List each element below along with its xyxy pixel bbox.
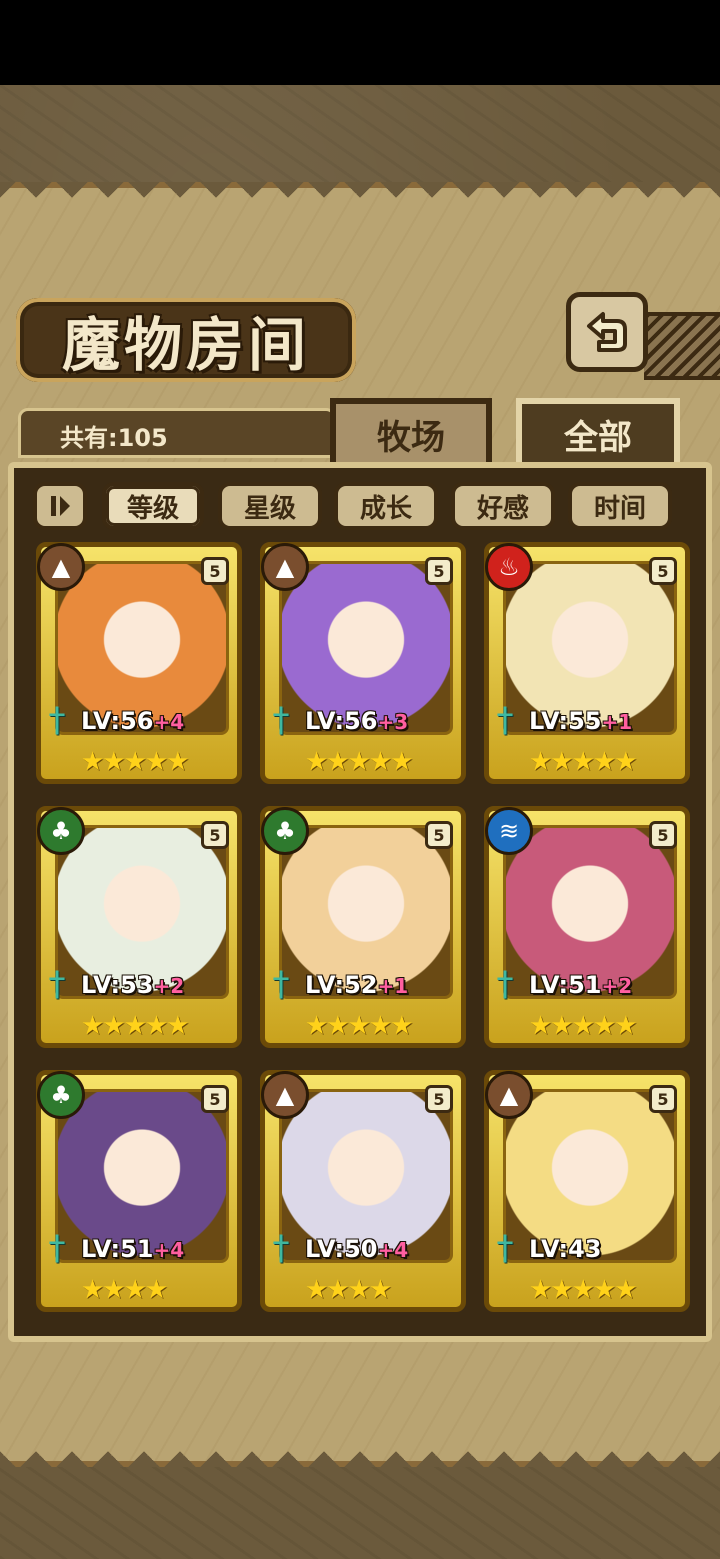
grade-badge: 5 (425, 821, 453, 849)
sort-time-button[interactable]: 时间 (568, 482, 672, 530)
monster-card[interactable]: ▲ 5 † LV:56+4 ★★★★★ (36, 542, 242, 784)
monster-level: LV:43 (529, 1235, 601, 1263)
panel-edge-top (0, 182, 720, 208)
back-rail (644, 312, 720, 380)
sword-icon: † (496, 964, 514, 1004)
sword-icon: † (48, 964, 66, 1004)
title-plate: 魔物房间 (16, 298, 356, 382)
grass-icon: ♣ (261, 807, 309, 855)
level-bonus: +3 (377, 710, 409, 734)
sword-icon: † (48, 1228, 66, 1268)
earth-icon: ▲ (261, 1071, 309, 1119)
grade-badge: 5 (649, 821, 677, 849)
star-rating: ★★★★ (81, 1275, 168, 1305)
sort-growth-button[interactable]: 成长 (334, 482, 438, 530)
level-text: LV:51 (81, 1235, 154, 1263)
monster-level: LV:50+4 (305, 1235, 408, 1263)
level-bonus: +4 (153, 710, 185, 734)
level-bonus: +1 (377, 974, 409, 998)
water-icon: ≋ (485, 807, 533, 855)
grade-badge: 5 (201, 821, 229, 849)
grade-badge: 5 (201, 557, 229, 585)
level-text: LV:56 (81, 707, 154, 735)
level-bonus: +4 (153, 1238, 185, 1262)
sword-icon: † (272, 964, 290, 1004)
monster-level: LV:55+1 (529, 707, 632, 735)
sort-level-button[interactable]: 等级 (102, 482, 204, 530)
level-text: LV:43 (529, 1235, 602, 1263)
grade-badge: 5 (649, 1085, 677, 1113)
sword-icon: † (48, 700, 66, 740)
monster-level: LV:56+3 (305, 707, 408, 735)
monster-level: LV:51+4 (81, 1235, 184, 1263)
grade-badge: 5 (201, 1085, 229, 1113)
monster-card[interactable]: ▲ 5 † LV:43 ★★★★★ (484, 1070, 690, 1312)
monster-level: LV:51+2 (529, 971, 632, 999)
monster-card[interactable]: ♨ 5 † LV:55+1 ★★★★★ (484, 542, 690, 784)
monster-card[interactable]: ▲ 5 † LV:56+3 ★★★★★ (260, 542, 466, 784)
level-bonus: +2 (601, 974, 633, 998)
star-rating: ★★★★★ (81, 747, 190, 777)
back-arrow-icon (587, 312, 627, 352)
level-text: LV:55 (529, 707, 602, 735)
grade-badge: 5 (425, 1085, 453, 1113)
star-rating: ★★★★★ (305, 1011, 414, 1041)
sword-icon: † (496, 1228, 514, 1268)
level-text: LV:56 (305, 707, 378, 735)
tab-all[interactable]: 全部 (516, 398, 680, 464)
grade-badge: 5 (649, 557, 677, 585)
earth-icon: ▲ (485, 1071, 533, 1119)
monster-card[interactable]: ♣ 5 † LV:53+2 ★★★★★ (36, 806, 242, 1048)
status-bar (0, 0, 720, 85)
tab-farm[interactable]: 牧场 (330, 398, 492, 464)
star-rating: ★★★★★ (305, 747, 414, 777)
star-rating: ★★★★★ (81, 1011, 190, 1041)
sword-icon: † (272, 700, 290, 740)
star-rating: ★★★★★ (529, 747, 638, 777)
monster-level: LV:52+1 (305, 971, 408, 999)
monster-card[interactable]: ♣ 5 † LV:51+4 ★★★★ (36, 1070, 242, 1312)
monster-count: 共有:105 (60, 424, 168, 452)
sort-affection-button[interactable]: 好感 (451, 482, 555, 530)
earth-icon: ▲ (261, 543, 309, 591)
monster-card[interactable]: ♣ 5 † LV:52+1 ★★★★★ (260, 806, 466, 1048)
monster-level: LV:53+2 (81, 971, 184, 999)
sword-icon: † (272, 1228, 290, 1268)
sort-star-button[interactable]: 星级 (218, 482, 322, 530)
page-title: 魔物房间 (61, 311, 310, 379)
level-text: LV:52 (305, 971, 378, 999)
grass-icon: ♣ (37, 807, 85, 855)
monster-level: LV:56+4 (81, 707, 184, 735)
level-text: LV:51 (529, 971, 602, 999)
star-rating: ★★★★★ (529, 1011, 638, 1041)
monster-card[interactable]: ≋ 5 † LV:51+2 ★★★★★ (484, 806, 690, 1048)
back-button[interactable] (566, 292, 648, 372)
panel-edge-bottom (0, 1441, 720, 1467)
sort-order-toggle[interactable] (33, 482, 87, 530)
sort-toggle-icon (51, 496, 70, 516)
star-rating: ★★★★ (305, 1275, 392, 1305)
grade-badge: 5 (425, 557, 453, 585)
level-bonus: +4 (377, 1238, 409, 1262)
monster-card[interactable]: ▲ 5 † LV:50+4 ★★★★ (260, 1070, 466, 1312)
star-rating: ★★★★★ (529, 1275, 638, 1305)
level-bonus: +1 (601, 710, 633, 734)
fire-icon: ♨ (485, 543, 533, 591)
level-text: LV:50 (305, 1235, 378, 1263)
level-text: LV:53 (81, 971, 154, 999)
level-bonus: +2 (153, 974, 185, 998)
grass-icon: ♣ (37, 1071, 85, 1119)
earth-icon: ▲ (37, 543, 85, 591)
sword-icon: † (496, 700, 514, 740)
